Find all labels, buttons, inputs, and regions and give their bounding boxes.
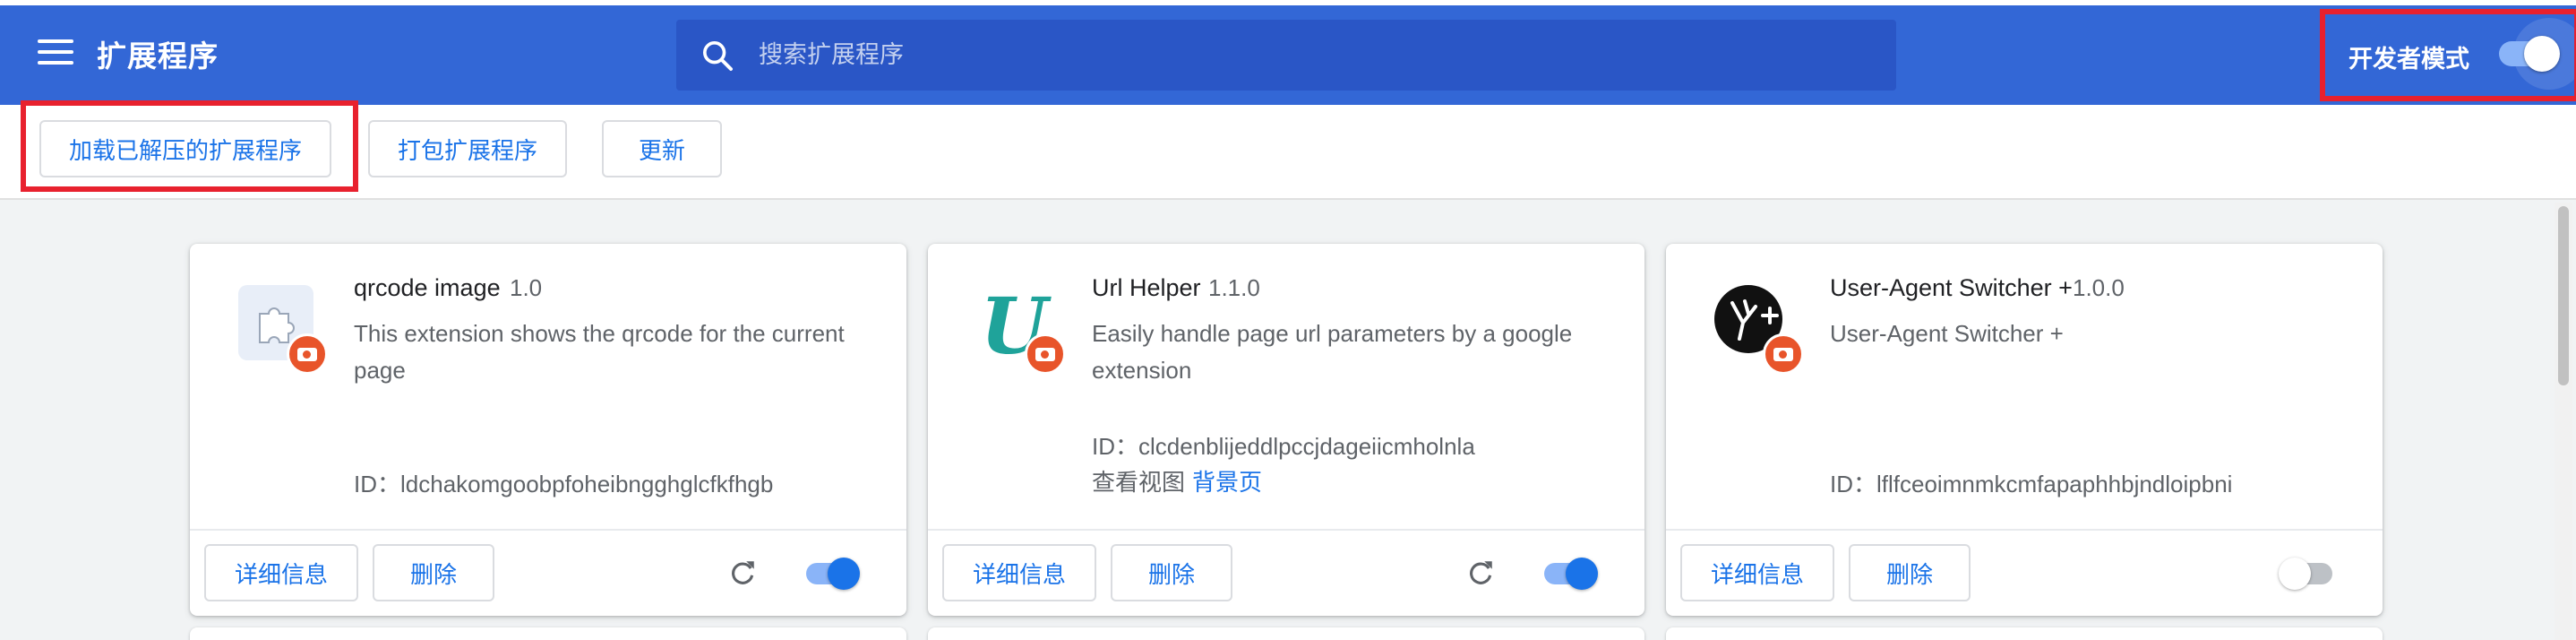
developer-mode-label: 开发者模式 — [2348, 46, 2469, 73]
search-input[interactable] — [759, 20, 1869, 91]
enable-toggle[interactable] — [806, 558, 860, 590]
extension-version: 1.1.0 — [1208, 274, 1260, 301]
user-agent-switcher-icon — [1709, 280, 1804, 375]
extension-card: User-Agent Switcher + 1.0.0 User-Agent S… — [1666, 244, 2383, 616]
menu-icon[interactable] — [38, 39, 73, 68]
extension-card-partial — [1666, 627, 2383, 640]
extension-name: Url Helper — [1092, 274, 1201, 301]
remove-button[interactable]: 删除 — [1111, 544, 1232, 601]
header-bar: 扩展程序 开发者模式 — [0, 0, 2576, 105]
page-title: 扩展程序 — [97, 39, 219, 73]
extension-description: This extension shows the qrcode for the … — [354, 320, 845, 384]
inspect-views: 查看视图 背景页 — [1092, 464, 1262, 497]
enable-toggle[interactable] — [1544, 558, 1598, 590]
extension-description: User-Agent Switcher + — [1830, 320, 2064, 347]
puzzle-icon — [233, 280, 328, 375]
top-edge — [0, 0, 2576, 5]
scrollbar-thumb[interactable] — [2558, 206, 2569, 385]
details-button[interactable]: 详细信息 — [1680, 544, 1834, 601]
url-helper-u-icon: U — [971, 280, 1066, 375]
pack-extension-button[interactable]: 打包扩展程序 — [368, 120, 567, 177]
devtools-badge-icon — [1763, 333, 1804, 375]
search-box[interactable] — [676, 20, 1896, 91]
page-scrollbar[interactable] — [2555, 203, 2572, 640]
extension-description: Easily handle page url parameters by a g… — [1092, 320, 1573, 384]
extension-card-partial — [928, 627, 1644, 640]
extension-id: ID：lflfceoimnmkcmfapaphhbjndloipbni — [1830, 471, 2233, 497]
card-divider — [190, 529, 906, 531]
card-divider — [928, 529, 1644, 531]
devtools-badge-icon — [287, 333, 328, 375]
details-button[interactable]: 详细信息 — [942, 544, 1096, 601]
extension-version: 1.0 — [510, 274, 543, 301]
extension-card-partial — [190, 627, 906, 640]
background-page-link[interactable]: 背景页 — [1192, 469, 1262, 496]
devtools-badge-icon — [1025, 333, 1066, 375]
developer-mode-toggle[interactable] — [2499, 36, 2560, 72]
update-button[interactable]: 更新 — [602, 120, 722, 177]
extension-version: 1.0.0 — [2073, 274, 2125, 301]
reload-icon[interactable] — [727, 558, 758, 588]
extension-id: ID：ldchakomgoobpfoheibngghglcfkfhgb — [354, 471, 774, 497]
search-icon — [703, 41, 733, 71]
extension-id: ID：clcdenblijeddlpccjdageiicmholnla — [1092, 433, 1475, 460]
remove-button[interactable]: 删除 — [373, 544, 494, 601]
load-unpacked-button[interactable]: 加载已解压的扩展程序 — [39, 120, 331, 177]
card-divider — [1666, 529, 2383, 531]
reload-icon[interactable] — [1465, 558, 1496, 588]
inspect-views-label: 查看视图 — [1092, 469, 1186, 496]
remove-button[interactable]: 删除 — [1849, 544, 1971, 601]
developer-toolbar: 加载已解压的扩展程序 打包扩展程序 更新 — [0, 105, 2576, 200]
extension-name: User-Agent Switcher + — [1830, 274, 2073, 301]
details-button[interactable]: 详细信息 — [204, 544, 358, 601]
extension-card: qrcode image 1.0 This extension shows th… — [190, 244, 906, 616]
enable-toggle[interactable] — [2279, 558, 2332, 590]
extension-name: qrcode image — [354, 274, 501, 301]
extension-card: U Url Helper 1.1.0 Easily handle page ur… — [928, 244, 1644, 616]
